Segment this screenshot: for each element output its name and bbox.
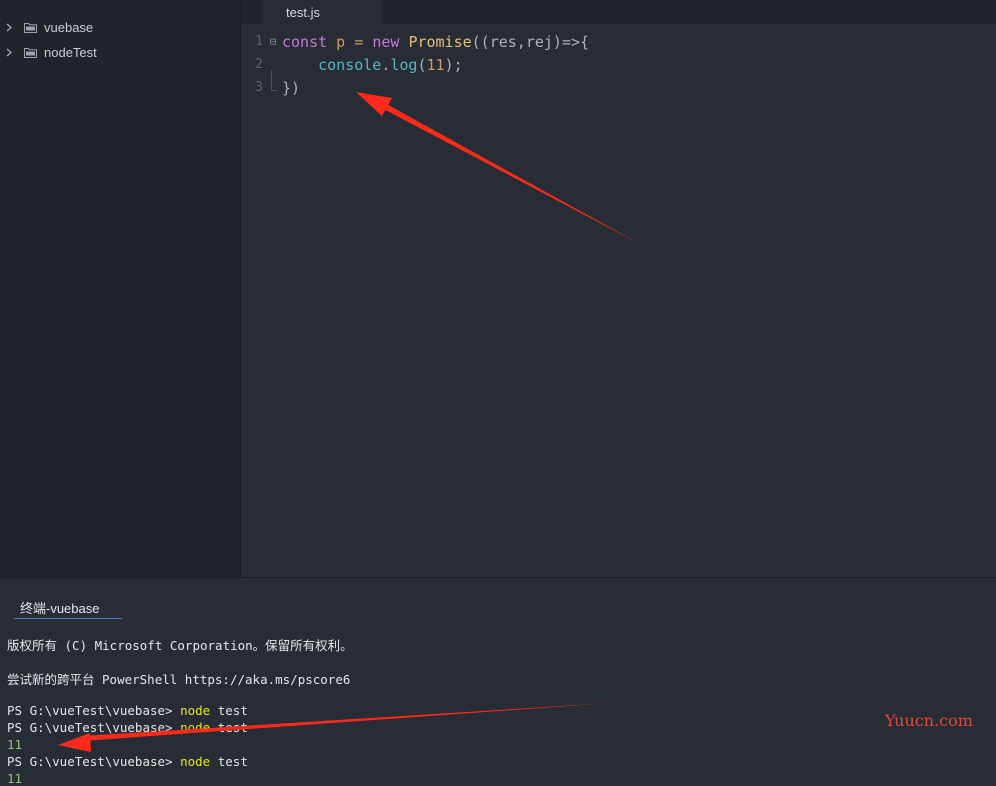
tab-test-js[interactable]: test.js — [262, 0, 382, 24]
tree-item-vuebase[interactable]: vuebase — [0, 16, 240, 38]
terminal-arg: test — [217, 703, 248, 718]
terminal-line-command: PS G:\vueTest\vuebase> node test — [7, 720, 248, 735]
token-close: ); — [444, 55, 463, 74]
terminal-line-powershell-tip: 尝试新的跨平台 PowerShell https://aka.ms/pscore… — [7, 672, 351, 687]
token-keyword: const — [282, 32, 328, 51]
code-line-2[interactable]: 2 console.log(11); — [241, 53, 996, 76]
token-paren: ( — [417, 55, 427, 74]
code-line-3[interactable]: 3 }) — [241, 76, 996, 99]
terminal-line-output: 11 — [7, 737, 23, 752]
terminal-arg: test — [217, 720, 248, 735]
token-class: Promise — [408, 32, 472, 51]
tab-terminal-vuebase[interactable]: 终端-vuebase — [14, 598, 122, 619]
line-number: 2 — [255, 57, 263, 72]
code-text: const p = new Promise((res,rej)=>{ — [282, 33, 589, 51]
tree-item-label: nodeTest — [44, 44, 97, 60]
terminal-panel[interactable]: 终端-vuebase 版权所有 (C) Microsoft Corporatio… — [0, 577, 996, 786]
token-number: 11 — [426, 55, 445, 74]
terminal-line-command: PS G:\vueTest\vuebase> node test — [7, 754, 248, 769]
chevron-right-icon[interactable] — [6, 47, 14, 57]
line-number: 3 — [255, 80, 263, 95]
code-editor[interactable]: 1 ⊟ const p = new Promise((res,rej)=>{ 2… — [241, 24, 996, 577]
folder-icon — [24, 47, 37, 58]
terminal-prompt: PS G:\vueTest\vuebase> — [7, 703, 173, 718]
token-text: p = — [327, 32, 373, 51]
token-keyword: new — [372, 32, 400, 51]
fold-collapse-icon[interactable]: ⊟ — [267, 35, 279, 48]
code-line-1[interactable]: 1 ⊟ const p = new Promise((res,rej)=>{ — [241, 30, 996, 53]
watermark: Yuucn.com — [885, 711, 973, 730]
terminal-command: node — [180, 720, 211, 735]
tab-label: test.js — [286, 4, 320, 20]
folder-icon — [24, 22, 37, 33]
terminal-tab-label: 终端-vuebase — [20, 601, 100, 616]
terminal-command: node — [180, 703, 211, 718]
terminal-prompt: PS G:\vueTest\vuebase> — [7, 720, 173, 735]
terminal-line-output: 11 — [7, 771, 23, 786]
terminal-arg: test — [217, 754, 248, 769]
token-object: console — [318, 55, 382, 74]
line-number: 1 — [255, 34, 263, 49]
terminal-line-copyright: 版权所有 (C) Microsoft Corporation。保留所有权利。 — [7, 638, 353, 653]
editor-tab-bar: test.js — [241, 0, 996, 24]
token-method: log — [390, 55, 418, 74]
terminal-command: node — [180, 754, 211, 769]
terminal-prompt: PS G:\vueTest\vuebase> — [7, 754, 173, 769]
terminal-line-command: PS G:\vueTest\vuebase> node test — [7, 703, 248, 718]
token-close: }) — [282, 78, 301, 97]
chevron-right-icon[interactable] — [6, 22, 14, 32]
code-text: console.log(11); — [282, 56, 463, 74]
file-tree-sidebar: vuebase nodeTest — [0, 0, 241, 577]
tree-item-label: vuebase — [44, 19, 94, 35]
tree-item-nodetest[interactable]: nodeTest — [0, 41, 240, 63]
token-params: ((res,rej)=>{ — [471, 32, 590, 51]
code-text: }) — [282, 79, 300, 97]
